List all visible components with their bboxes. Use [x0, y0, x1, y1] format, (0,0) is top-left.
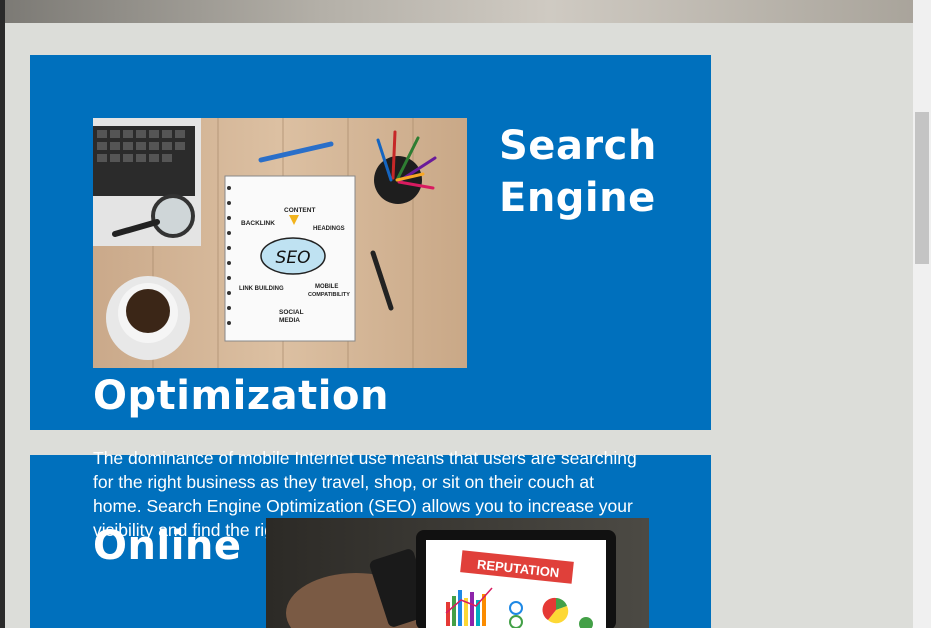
svg-text:COMPATIBILITY: COMPATIBILITY: [308, 292, 350, 298]
header-image-strip: [5, 0, 913, 23]
svg-text:CONTENT: CONTENT: [284, 207, 315, 214]
reputation-image: REPUTATION: [266, 518, 649, 628]
heading-search-engine: Search Engine: [499, 123, 657, 221]
svg-text:SOCIAL: SOCIAL: [279, 309, 304, 316]
seo-label: SEO: [276, 248, 311, 268]
svg-text:BACKLINK: BACKLINK: [241, 220, 275, 227]
seo-image: SEO CONTENT BACKLINK HEADINGS LINK BUILD…: [93, 118, 467, 368]
svg-text:LINK BUILDING: LINK BUILDING: [239, 286, 284, 292]
svg-text:MEDIA: MEDIA: [279, 317, 300, 324]
scrollbar-thumb[interactable]: [915, 112, 929, 264]
heading-online: Online: [93, 523, 242, 569]
svg-text:MOBILE: MOBILE: [315, 284, 338, 290]
window-left-edge: [0, 0, 5, 628]
heading-optimization: Optimization: [93, 373, 389, 419]
svg-text:HEADINGS: HEADINGS: [313, 226, 345, 232]
scrollbar-track[interactable]: [913, 0, 931, 628]
